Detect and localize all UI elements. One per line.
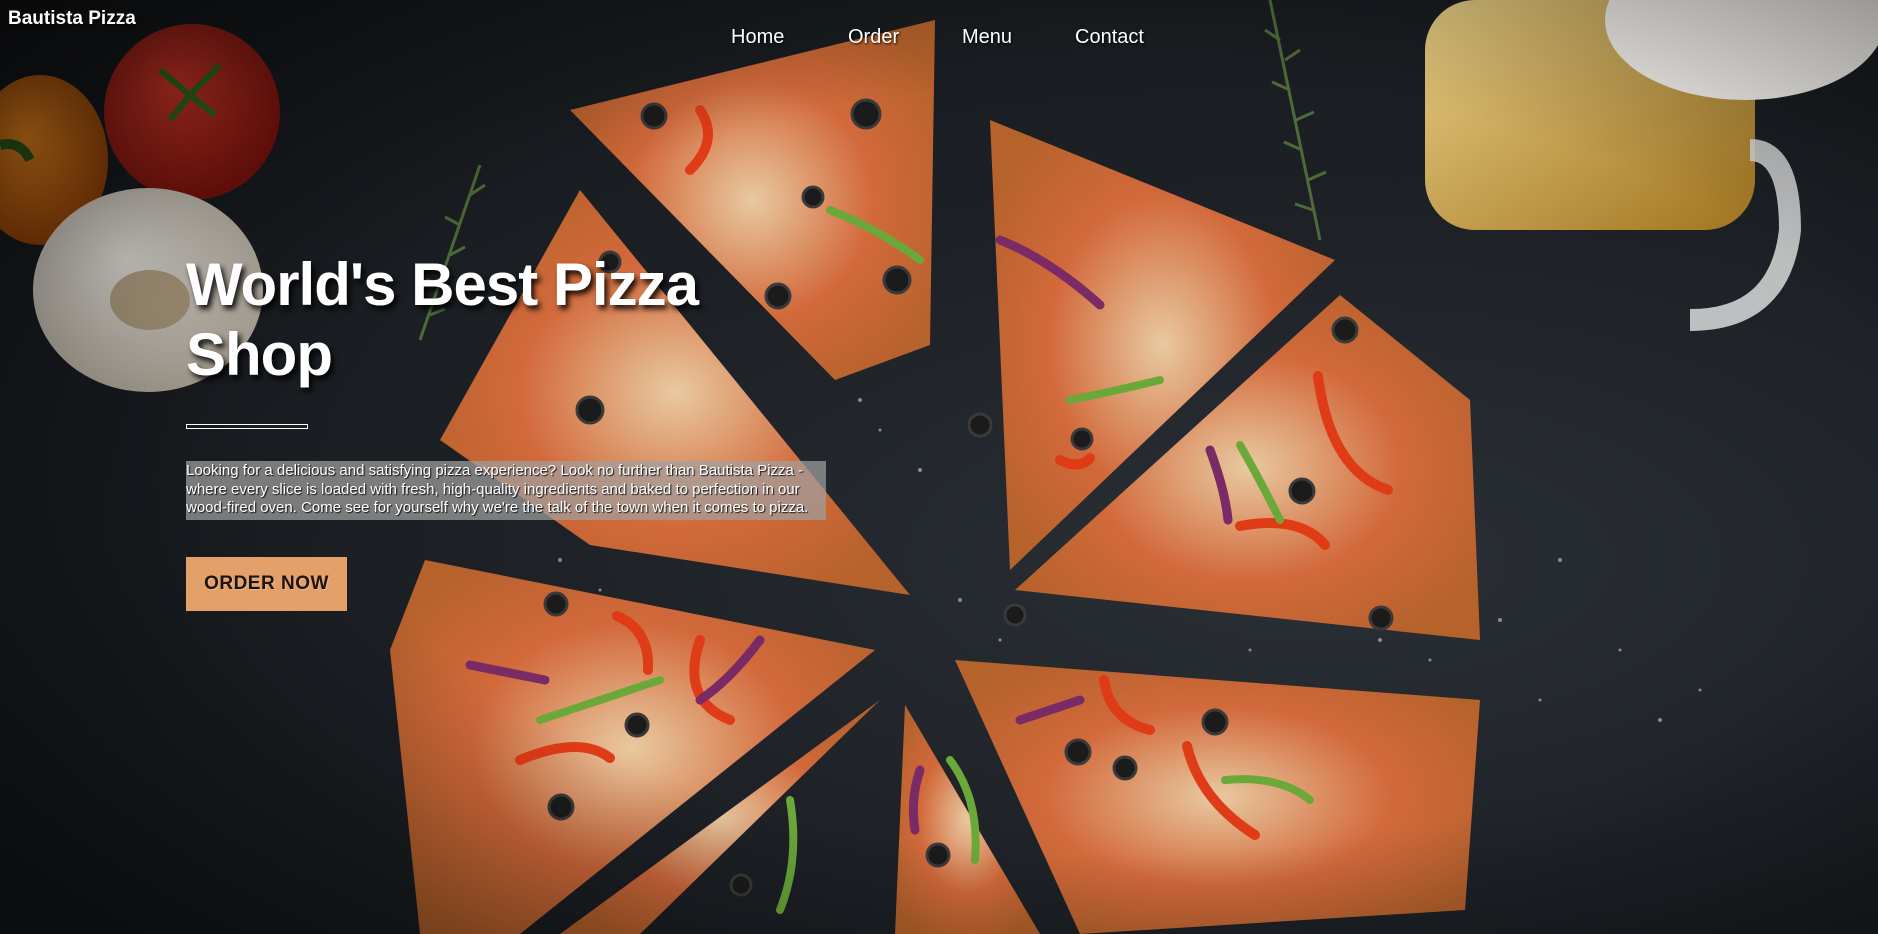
- nav-link-menu[interactable]: Menu: [962, 26, 1012, 49]
- headline-divider: [186, 424, 308, 429]
- nav-link-contact[interactable]: Contact: [1075, 26, 1144, 49]
- brand-logo[interactable]: Bautista Pizza: [8, 8, 136, 30]
- hero-headline: World's Best Pizza Shop: [186, 251, 699, 388]
- hero-section: Bautista Pizza Home Order Menu Contact W…: [0, 0, 1878, 934]
- order-now-button[interactable]: ORDER NOW: [186, 557, 347, 611]
- nav-link-home[interactable]: Home: [731, 26, 784, 49]
- nav-link-order[interactable]: Order: [848, 26, 899, 49]
- hero-intro-text: Looking for a delicious and satisfying p…: [186, 461, 826, 520]
